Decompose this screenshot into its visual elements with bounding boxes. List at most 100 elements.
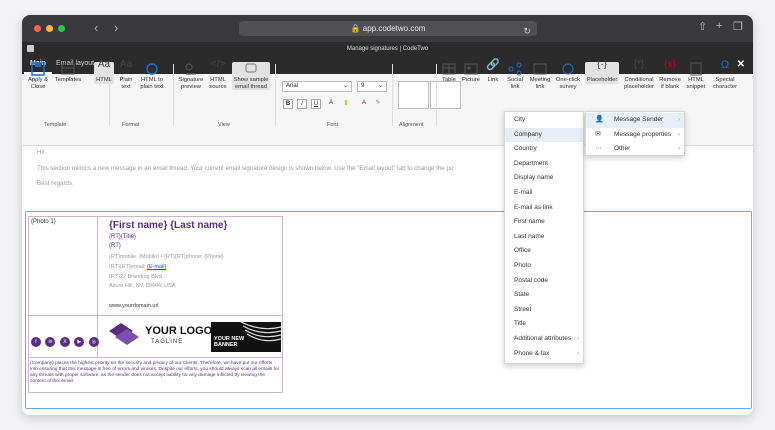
menu-label: Office xyxy=(514,247,531,255)
share-icon[interactable]: ⇧ xyxy=(698,20,707,33)
menu-label: City xyxy=(514,116,526,123)
tabs-icon[interactable]: ❐ xyxy=(733,20,743,33)
email-body: This section mimics a new message in an … xyxy=(37,165,454,172)
table-button[interactable]: Table xyxy=(440,62,458,84)
special-char-label: Special character xyxy=(712,77,738,90)
save-icon xyxy=(31,62,45,76)
signature-rt: {RT} xyxy=(109,243,121,249)
underline-button[interactable]: U xyxy=(311,99,321,109)
email-prefix: {RT}{RT}email: xyxy=(109,264,148,270)
menu-item-email[interactable]: E-mail xyxy=(505,186,583,201)
meeting-link-button[interactable]: Meeting link xyxy=(528,62,552,90)
user-icon: 👤 xyxy=(595,116,604,123)
separator xyxy=(436,64,437,126)
submenu-message-properties[interactable]: ✉ Message properties › xyxy=(586,128,684,143)
separator xyxy=(392,64,393,126)
special-character-button[interactable]: Ω Special character xyxy=(710,60,740,90)
show-sample-button[interactable]: Show sample email thread xyxy=(232,62,270,90)
signature-mobile: {RT}mobile: {Mobile} • {RT}{RT}phone: {P… xyxy=(109,254,224,260)
menu-item-street[interactable]: Street xyxy=(505,303,583,318)
back-icon[interactable]: ‹ xyxy=(94,20,98,35)
html-to-plain-button[interactable]: HTML to plain text xyxy=(138,62,166,90)
close-dot[interactable] xyxy=(34,25,41,32)
survey-button[interactable]: One-click survey xyxy=(554,62,582,90)
group-template: Template xyxy=(44,122,67,128)
menu-item-last-name[interactable]: Last name xyxy=(505,230,583,245)
font-color-icon[interactable]: A xyxy=(326,99,336,109)
address-bar[interactable]: 🔒 app.codetwo.com ↻ xyxy=(239,21,537,36)
menu-item-phone-fax[interactable]: Phone & fax › xyxy=(505,347,583,362)
signature-preview-button[interactable]: Signature preview xyxy=(178,62,204,90)
regards: Best regards, xyxy=(37,180,74,187)
minimize-dot[interactable] xyxy=(46,25,53,32)
conditional-placeholder-button[interactable]: {*} Conditional placeholder xyxy=(622,60,656,90)
submenu-other[interactable]: ··· Other › xyxy=(586,142,684,157)
align-left-button[interactable] xyxy=(398,81,429,109)
apply-close-button[interactable]: Apply & Close xyxy=(26,62,50,90)
chevron-right-icon: › xyxy=(577,336,579,342)
menu-item-city[interactable]: City xyxy=(505,113,583,128)
disclaimer: {Company} places the highest priority on… xyxy=(30,361,280,384)
menu-item-department[interactable]: Department xyxy=(505,157,583,172)
facebook-icon[interactable]: f xyxy=(31,337,41,347)
more-icon: ··· xyxy=(595,145,602,153)
menu-item-office[interactable]: Office xyxy=(505,244,583,259)
align-center-button[interactable] xyxy=(430,81,461,109)
social-link-button[interactable]: Social link xyxy=(504,62,526,90)
table-icon xyxy=(442,63,456,75)
menu-item-first-name[interactable]: First name xyxy=(505,215,583,230)
forward-icon[interactable]: › xyxy=(114,20,118,35)
italic-button[interactable]: I xyxy=(297,99,307,109)
new-tab-icon[interactable]: + xyxy=(716,20,722,32)
remove-if-blank-button[interactable]: {x} Remove if blank xyxy=(658,60,682,90)
highlight-icon[interactable]: ▮ xyxy=(341,99,351,109)
apply-close-label: Apply & Close xyxy=(28,77,48,90)
submenu-label: Message Sender xyxy=(614,116,664,123)
chevron-right-icon: › xyxy=(577,350,579,357)
font-size-value: 9 xyxy=(361,83,365,89)
photo-placeholder: {Photo 1} xyxy=(31,219,56,225)
placeholder-menu: City Company Country Department Display … xyxy=(504,111,584,364)
menu-item-email-as-link[interactable]: E-mail as link xyxy=(505,201,583,216)
menu-item-state[interactable]: State xyxy=(505,288,583,303)
menu-item-postal-code[interactable]: Postal code xyxy=(505,274,583,289)
placeholder-label: Placeholder xyxy=(586,77,618,83)
font-family-select[interactable]: Arial ⌄ xyxy=(282,81,352,92)
templates-button[interactable]: Templates xyxy=(53,62,83,84)
link-button[interactable]: 🔗 Link xyxy=(484,60,502,84)
placeholder-button[interactable]: {·} Placeholder xyxy=(585,60,619,84)
font-family-value: Arial xyxy=(286,83,299,89)
email-link[interactable]: {E-mail} xyxy=(147,264,166,270)
survey-label: One-click survey xyxy=(555,77,581,90)
menu-label: Last name xyxy=(514,232,545,240)
youtube-icon[interactable]: ▶ xyxy=(74,337,85,347)
menu-label: Title xyxy=(514,320,527,328)
banner-image[interactable]: YOUR NEW BANNER xyxy=(211,322,281,352)
font-size-select[interactable]: 9 ⌄ xyxy=(357,81,387,92)
signature-table: {Photo 1} {First name} {Last name} {RT}{… xyxy=(28,216,283,393)
html-button[interactable]: Aa HTML xyxy=(94,60,114,84)
submenu-message-sender[interactable]: 👤 Message Sender › xyxy=(586,113,684,128)
menu-item-additional-attributes[interactable]: Additional attributes › xyxy=(505,332,583,347)
picture-button[interactable]: Picture xyxy=(460,62,482,84)
menu-item-display-name[interactable]: Display name xyxy=(505,171,583,186)
conditional-label: Conditional placeholder xyxy=(624,77,654,90)
menu-item-country[interactable]: Country xyxy=(505,142,583,157)
bold-button[interactable]: B xyxy=(283,99,293,109)
linkedin-icon[interactable]: in xyxy=(45,337,56,347)
clear-format-icon[interactable]: ✎ xyxy=(373,99,383,109)
text-color-icon[interactable]: A xyxy=(359,99,369,109)
plain-text-button[interactable]: Aa Plain text xyxy=(116,60,136,90)
reload-icon[interactable]: ↻ xyxy=(523,24,531,39)
html-source-button[interactable]: </> HTML source xyxy=(207,60,229,90)
menu-item-company[interactable]: Company xyxy=(505,127,583,143)
zoom-dot[interactable] xyxy=(58,25,65,32)
menu-item-photo[interactable]: Photo xyxy=(505,259,583,274)
html-snippet-button[interactable]: HTML snippet xyxy=(685,62,707,90)
menu-label: Country xyxy=(514,145,537,153)
menu-item-title[interactable]: Title xyxy=(505,317,583,332)
menu-label: E-mail xyxy=(514,189,533,196)
social-link-label: Social link xyxy=(507,77,523,90)
instagram-icon[interactable]: ◎ xyxy=(88,337,99,347)
x-icon[interactable]: X xyxy=(59,337,70,347)
